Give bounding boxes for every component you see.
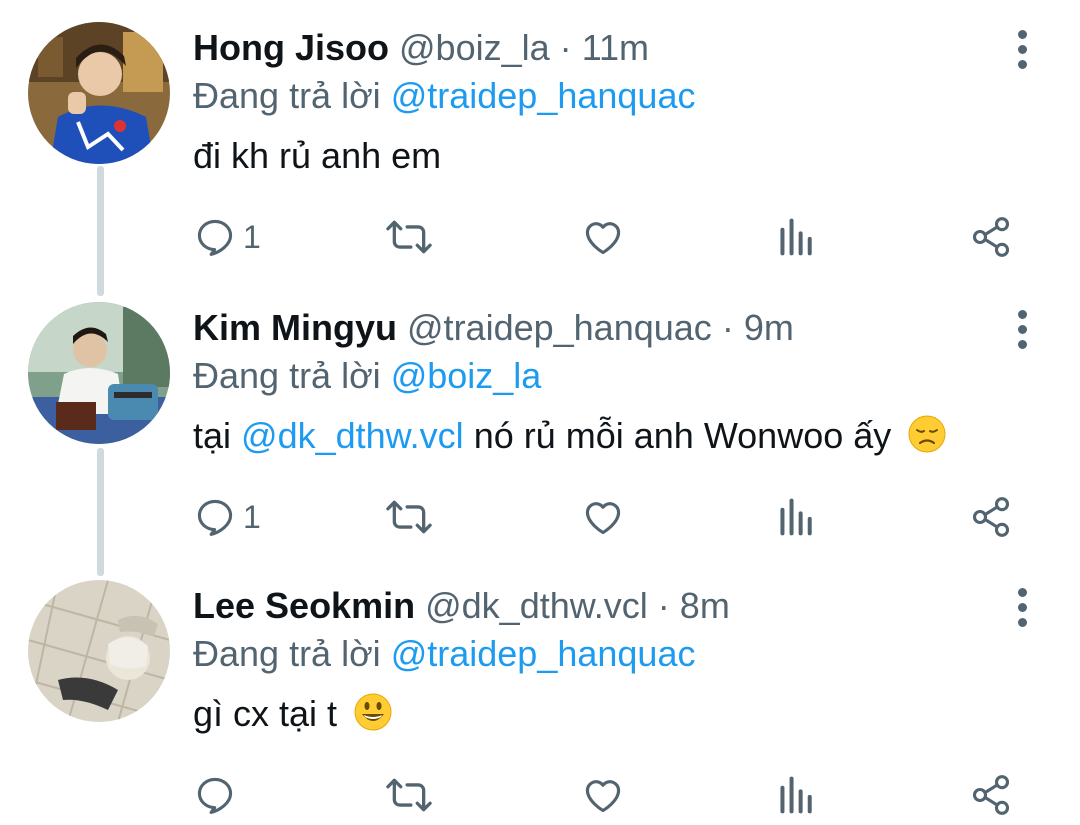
share-button[interactable] bbox=[969, 492, 1013, 542]
share-button[interactable] bbox=[969, 770, 1013, 820]
author-name[interactable]: Lee Seokmin bbox=[193, 585, 415, 626]
views-button[interactable] bbox=[777, 492, 817, 542]
like-icon bbox=[585, 502, 621, 535]
views-icon bbox=[780, 776, 812, 814]
reply-icon bbox=[197, 219, 233, 256]
like-icon bbox=[585, 780, 621, 813]
author-name[interactable]: Kim Mingyu bbox=[193, 307, 397, 348]
retweet-button[interactable] bbox=[385, 770, 433, 820]
more-icon[interactable] bbox=[1007, 30, 1037, 70]
retweet-button[interactable] bbox=[385, 492, 433, 542]
more-icon[interactable] bbox=[1007, 310, 1037, 350]
tweet-text-part: gì cx tại t bbox=[193, 693, 338, 734]
avatar[interactable] bbox=[28, 302, 170, 444]
views-icon bbox=[780, 498, 812, 536]
replying-to: Đang trả lời @traidep_hanquac bbox=[193, 630, 695, 678]
views-icon bbox=[780, 218, 812, 256]
tweet-header: Hong Jisoo @boiz_la · 11m bbox=[193, 24, 649, 72]
timestamp[interactable]: 11m bbox=[582, 27, 649, 68]
replying-to-label: Đang trả lời bbox=[193, 633, 381, 674]
like-button[interactable] bbox=[581, 770, 625, 820]
tweet-text: đi kh rủ anh em bbox=[193, 132, 441, 180]
share-icon bbox=[972, 217, 1010, 257]
reply-count: 1 bbox=[243, 498, 261, 535]
separator: · bbox=[721, 307, 734, 348]
replying-to: Đang trả lời @boiz_la bbox=[193, 352, 541, 400]
retweet-icon bbox=[386, 220, 432, 254]
tweet-text: tại @dk_dthw.vcl nó rủ mỗi anh Wonwoo ấy bbox=[193, 412, 947, 460]
retweet-button[interactable] bbox=[385, 212, 433, 262]
author-handle[interactable]: @traidep_hanquac bbox=[407, 307, 712, 348]
timestamp[interactable]: 8m bbox=[680, 585, 730, 626]
tweet-header: Lee Seokmin @dk_dthw.vcl · 8m bbox=[193, 582, 730, 630]
author-handle[interactable]: @boiz_la bbox=[399, 27, 550, 68]
replying-to-link[interactable]: @traidep_hanquac bbox=[391, 75, 696, 116]
action-bar: 1 bbox=[0, 492, 1080, 542]
reply-button[interactable]: 1 bbox=[193, 212, 261, 262]
author-name[interactable]: Hong Jisoo bbox=[193, 27, 389, 68]
replying-to-link[interactable]: @boiz_la bbox=[391, 355, 542, 396]
share-icon bbox=[972, 497, 1010, 537]
tweet-1[interactable]: Hong Jisoo @boiz_la · 11m Đang trả lời @… bbox=[0, 22, 1080, 282]
like-button[interactable] bbox=[581, 492, 625, 542]
retweet-icon bbox=[386, 500, 432, 534]
disappointed-face-icon bbox=[908, 415, 946, 453]
reply-icon bbox=[197, 499, 233, 536]
replying-to: Đang trả lời @traidep_hanquac bbox=[193, 72, 695, 120]
avatar[interactable] bbox=[28, 580, 170, 722]
tweet-text-part: nó rủ mỗi anh Wonwoo ấy bbox=[463, 415, 892, 456]
action-bar: 1 bbox=[0, 212, 1080, 262]
retweet-icon bbox=[386, 778, 432, 812]
replying-to-label: Đang trả lời bbox=[193, 75, 381, 116]
tweet-header: Kim Mingyu @traidep_hanquac · 9m bbox=[193, 304, 794, 352]
smiley-face-icon bbox=[354, 693, 392, 731]
reply-icon bbox=[197, 777, 233, 814]
reply-button[interactable]: 1 bbox=[193, 492, 261, 542]
views-button[interactable] bbox=[777, 212, 817, 262]
author-handle[interactable]: @dk_dthw.vcl bbox=[425, 585, 648, 626]
action-bar bbox=[0, 770, 1080, 820]
reply-count: 1 bbox=[243, 218, 261, 255]
replying-to-link[interactable]: @traidep_hanquac bbox=[391, 633, 696, 674]
separator: · bbox=[657, 585, 670, 626]
share-button[interactable] bbox=[969, 212, 1013, 262]
tweet-text-part: tại bbox=[193, 415, 242, 456]
views-button[interactable] bbox=[777, 770, 817, 820]
reply-button[interactable] bbox=[193, 770, 243, 820]
like-button[interactable] bbox=[581, 212, 625, 262]
like-icon bbox=[585, 222, 621, 255]
replying-to-label: Đang trả lời bbox=[193, 355, 381, 396]
tweet-2[interactable]: Kim Mingyu @traidep_hanquac · 9m Đang tr… bbox=[0, 302, 1080, 562]
mention-link[interactable]: @dk_dthw.vcl bbox=[241, 415, 464, 456]
tweet-text: gì cx tại t bbox=[193, 690, 393, 738]
avatar[interactable] bbox=[28, 22, 170, 164]
tweet-text-part: đi kh rủ anh em bbox=[193, 135, 442, 176]
more-icon[interactable] bbox=[1007, 588, 1037, 628]
separator: · bbox=[559, 27, 572, 68]
tweet-3[interactable]: Lee Seokmin @dk_dthw.vcl · 8m Đang trả l… bbox=[0, 580, 1080, 825]
share-icon bbox=[972, 775, 1010, 815]
timestamp[interactable]: 9m bbox=[744, 307, 794, 348]
